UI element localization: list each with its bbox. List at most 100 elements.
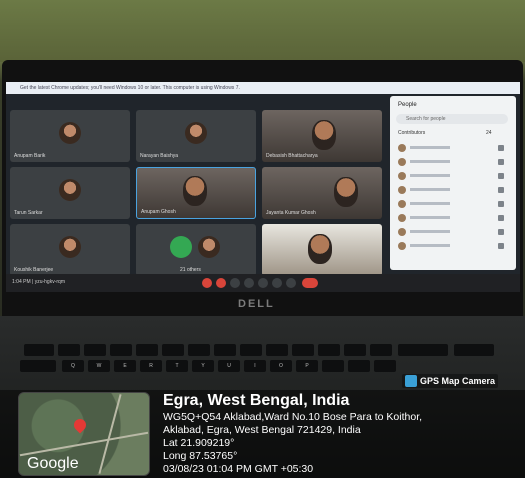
map-road [19,431,149,457]
keyboard-key-e: E [114,360,136,372]
location-city: Egra, West Bengal, India [163,392,350,409]
camera-off-button[interactable] [216,278,226,288]
participant-avatar [170,236,192,258]
map-road [98,394,122,474]
people-search-input[interactable]: Search for people [396,114,508,124]
mic-icon[interactable] [498,173,504,179]
people-list-item[interactable] [398,242,508,250]
location-details: Egra, West Bengal, India WG5Q+Q54 Aklaba… [163,392,422,476]
keyboard-key [214,344,236,356]
location-datetime: 03/08/23 01:04 PM GMT +05:30 [163,463,314,475]
keyboard-key-w: W [88,360,110,372]
participant-avatar [198,236,220,258]
location-address-line-2: Aklabad, Egra, West Bengal 721429, India [163,424,361,436]
participant-tile[interactable]: Koushik Banerjee [10,224,130,276]
keyboard-key [24,344,54,356]
keyboard-key [374,360,396,372]
present-button[interactable] [258,278,268,288]
camera-icon [405,375,417,387]
contributors-label: Contributors [398,130,426,136]
participant-video-tile[interactable]: Anupam Ghosh [136,167,256,219]
keyboard-key-r: R [140,360,162,372]
participant-avatar [59,236,81,258]
location-longitude: Long 87.53765° [163,450,238,462]
mic-icon[interactable] [498,229,504,235]
participant-name: Anupam Barik [14,153,46,159]
mic-icon[interactable] [498,145,504,151]
keyboard-key [266,344,288,356]
keyboard-key-y: Y [192,360,214,372]
keyboard-key [20,360,56,372]
participant-video-tile[interactable] [262,224,382,276]
mic-off-button[interactable] [202,278,212,288]
gps-badge-label: GPS Map Camera [420,376,496,386]
keyboard-key [322,360,344,372]
keyboard-key [398,344,448,356]
participant-video-tile[interactable]: Debasish Bhattacharya [262,110,382,162]
location-map-thumbnail: Google [18,392,150,476]
keyboard-key [58,344,80,356]
participant-face [334,177,358,207]
raise-hand-button[interactable] [244,278,254,288]
mic-icon[interactable] [498,159,504,165]
participant-face [312,120,336,150]
more-options-button[interactable] [286,278,296,288]
location-address-line-1: WG5Q+Q54 Aklabad,Ward No.10 Bose Para to… [163,411,423,423]
participant-avatar [185,122,207,144]
people-list-item[interactable] [398,158,508,166]
reactions-button[interactable] [272,278,282,288]
mic-icon[interactable] [498,187,504,193]
keyboard-key [188,344,210,356]
people-list-item[interactable] [398,144,508,152]
meeting-time: 1:04 PM | yzu-hgkv-rqm [12,279,65,285]
keyboard-key-o: O [270,360,292,372]
captions-button[interactable] [230,278,240,288]
participant-name: Anupam Ghosh [141,209,176,215]
keyboard-key [318,344,340,356]
keyboard-key [110,344,132,356]
keyboard-key [136,344,158,356]
people-panel: People Search for people Contributors 24 [390,96,516,270]
update-banner: Get the latest Chrome updates; you'll ne… [6,82,520,94]
people-list-item[interactable] [398,186,508,194]
participant-tile[interactable]: Anupam Barik [10,110,130,162]
participant-name: Jayanta Kumar Ghosh [266,210,316,216]
participant-name: Debasish Bhattacharya [266,153,318,159]
people-list-item[interactable] [398,200,508,208]
participant-face [308,234,332,264]
keyboard-key [240,344,262,356]
participant-avatar [59,122,81,144]
participant-name: Narayan Baishya [140,153,179,159]
keyboard-key-p: P [296,360,318,372]
keyboard-key [454,344,494,356]
leave-call-button[interactable] [302,278,318,288]
mic-icon[interactable] [498,201,504,207]
keyboard-key [348,360,370,372]
people-list-item[interactable] [398,214,508,222]
keyboard-key [162,344,184,356]
people-panel-title: People [398,102,417,108]
participant-name: Tarun Sarkar [14,210,43,216]
mic-icon[interactable] [498,215,504,221]
participant-tile[interactable]: Narayan Baishya [136,110,256,162]
laptop-brand-logo: DELL [238,298,275,310]
keyboard-key [344,344,366,356]
participant-name: Koushik Banerjee [14,267,54,273]
participant-name: 21 others [180,267,201,273]
keyboard-key [292,344,314,356]
google-logo: Google [27,455,79,472]
mic-icon[interactable] [498,243,504,249]
keyboard-key-t: T [166,360,188,372]
participant-tile[interactable]: 21 others [136,224,256,276]
participant-face [183,176,207,206]
participant-tile[interactable]: Tarun Sarkar [10,167,130,219]
keyboard-key-u: U [218,360,240,372]
people-list-item[interactable] [398,228,508,236]
people-list-item[interactable] [398,172,508,180]
participant-avatar [59,179,81,201]
participant-video-tile[interactable]: Jayanta Kumar Ghosh [262,167,382,219]
meeting-controls-bar: 1:04 PM | yzu-hgkv-rqm [6,274,520,292]
keyboard-key-i: I [244,360,266,372]
keyboard-key [370,344,392,356]
wall-background [0,0,525,62]
